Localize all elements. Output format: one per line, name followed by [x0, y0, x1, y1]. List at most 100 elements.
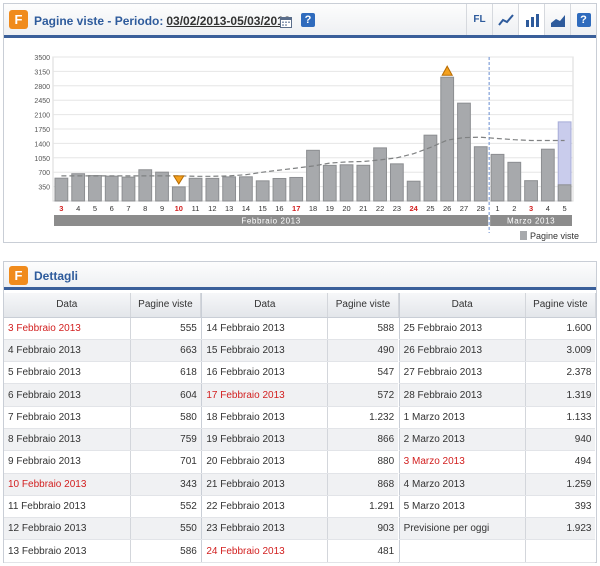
x-tick-label: 15 [259, 204, 267, 213]
x-tick-label: 20 [342, 204, 350, 213]
x-tick-label: 24 [409, 204, 418, 213]
table-row: 26 Febbraio 2013 3.009 [399, 339, 596, 363]
table-row: 13 Febbraio 2013 586 [4, 539, 201, 563]
table-row: 19 Febbraio 2013 866 [201, 428, 399, 452]
column-header-date[interactable]: Data [4, 293, 131, 318]
date-cell: 16 Febbraio 2013 [201, 361, 329, 385]
x-tick-label: 11 [192, 204, 200, 213]
views-cell: 759 [130, 428, 201, 452]
chart-toolbar: FL ? [466, 4, 596, 35]
y-tick-label: 1750 [34, 127, 50, 134]
table-row: 27 Febbraio 2013 2.378 [399, 361, 596, 385]
table-row: 24 Febbraio 2013 481 [201, 539, 399, 563]
column-header-date[interactable]: Data [399, 293, 526, 318]
x-tick-label: 12 [208, 204, 216, 213]
views-cell: 866 [327, 428, 399, 452]
table-row: 3 Marzo 2013 494 [399, 450, 596, 474]
details-title: Dettagli [34, 269, 79, 283]
table-row: 5 Febbraio 2013 618 [4, 361, 201, 385]
bar [239, 176, 253, 202]
bar [272, 177, 287, 202]
x-tick-label: 5 [93, 204, 97, 213]
table-row: 2 Marzo 2013 940 [399, 428, 596, 452]
table-row: 11 Febbraio 2013 552 [4, 495, 201, 519]
y-tick-label: 350 [38, 185, 50, 192]
bar [121, 176, 136, 202]
fl-button[interactable]: FL [466, 4, 492, 35]
date-cell: 7 Febbraio 2013 [4, 406, 131, 429]
x-tick-label: 17 [292, 204, 300, 213]
area-chart-button[interactable] [544, 4, 570, 35]
bar [507, 161, 522, 202]
column-header-views[interactable]: Pagine viste [525, 293, 596, 318]
table-row: 6 Febbraio 2013 604 [4, 383, 201, 407]
bar [356, 164, 371, 202]
column-header-views[interactable]: Pagine viste [130, 293, 202, 318]
date-cell: 4 Marzo 2013 [399, 473, 526, 496]
views-cell: 1.923 [525, 517, 596, 541]
date-cell: 3 Marzo 2013 [399, 450, 526, 474]
date-cell: 19 Febbraio 2013 [201, 428, 329, 452]
period-link[interactable]: 03/02/2013-05/03/2013 [166, 14, 290, 28]
bar [557, 184, 572, 202]
views-cell: 547 [327, 361, 399, 385]
bar [524, 180, 538, 202]
bar [373, 147, 387, 202]
details-table: Data Pagine viste 25 Febbraio 2013 1.600 26 … [398, 293, 596, 563]
chart-help-button[interactable]: ? [570, 4, 596, 35]
table-row: 5 Marzo 2013 393 [399, 495, 596, 519]
views-cell: 701 [130, 450, 201, 474]
calendar-icon[interactable] [280, 16, 292, 28]
table-row: 21 Febbraio 2013 868 [201, 473, 399, 496]
legend-swatch [520, 231, 527, 240]
x-tick-label: 25 [426, 204, 434, 213]
views-cell: 481 [327, 539, 399, 563]
views-cell: 588 [327, 317, 399, 340]
x-tick-label: 18 [309, 204, 317, 213]
bar [205, 177, 220, 202]
bar [339, 164, 354, 202]
bar [71, 173, 86, 202]
bar [406, 180, 421, 202]
x-tick-label: 26 [443, 204, 451, 213]
column-header-date[interactable]: Data [201, 293, 329, 318]
date-cell: 14 Febbraio 2013 [201, 317, 329, 340]
views-cell: 1.291 [327, 495, 399, 519]
bar [322, 164, 337, 202]
bar [389, 163, 404, 202]
details-table: Data Pagine viste 14 Febbraio 2013 588 15 Fe… [201, 293, 399, 563]
views-cell: 494 [525, 450, 596, 474]
x-tick-label: 21 [359, 204, 367, 213]
y-tick-label: 2800 [34, 84, 50, 91]
y-tick-label: 3150 [34, 69, 50, 76]
date-cell: 5 Marzo 2013 [399, 495, 526, 519]
table-row: 16 Febbraio 2013 547 [201, 361, 399, 385]
views-cell: 604 [130, 383, 201, 407]
x-tick-label: 8 [143, 204, 147, 213]
views-cell: 940 [525, 428, 596, 452]
bar [138, 169, 153, 202]
y-tick-label: 3500 [34, 55, 50, 62]
bar-chart-button[interactable] [518, 4, 544, 35]
date-cell [399, 539, 526, 563]
x-tick-label: 7 [126, 204, 130, 213]
chart-panel-header: F Pagine viste - Periodo: 03/02/2013-05/0… [4, 4, 596, 38]
date-cell: 17 Febbraio 2013 [201, 383, 329, 407]
table-row: 7 Febbraio 2013 580 [4, 406, 201, 429]
help-icon[interactable]: ? [301, 13, 315, 27]
app-logo-icon: F [9, 10, 28, 29]
views-cell: 1.133 [525, 406, 596, 429]
date-cell: 26 Febbraio 2013 [399, 339, 526, 363]
column-header-views[interactable]: Pagine viste [327, 293, 399, 318]
x-tick-label: 13 [225, 204, 233, 213]
line-chart-button[interactable] [492, 4, 518, 35]
date-cell: 6 Febbraio 2013 [4, 383, 131, 407]
table-row: 23 Febbraio 2013 903 [201, 517, 399, 541]
date-cell: 23 Febbraio 2013 [201, 517, 329, 541]
views-cell: 1.319 [525, 383, 596, 407]
x-tick-label: 16 [275, 204, 283, 213]
bar [188, 177, 203, 202]
table-row: 18 Febbraio 2013 1.232 [201, 406, 399, 429]
help-icon: ? [576, 12, 591, 27]
table-row: 15 Febbraio 2013 490 [201, 339, 399, 363]
